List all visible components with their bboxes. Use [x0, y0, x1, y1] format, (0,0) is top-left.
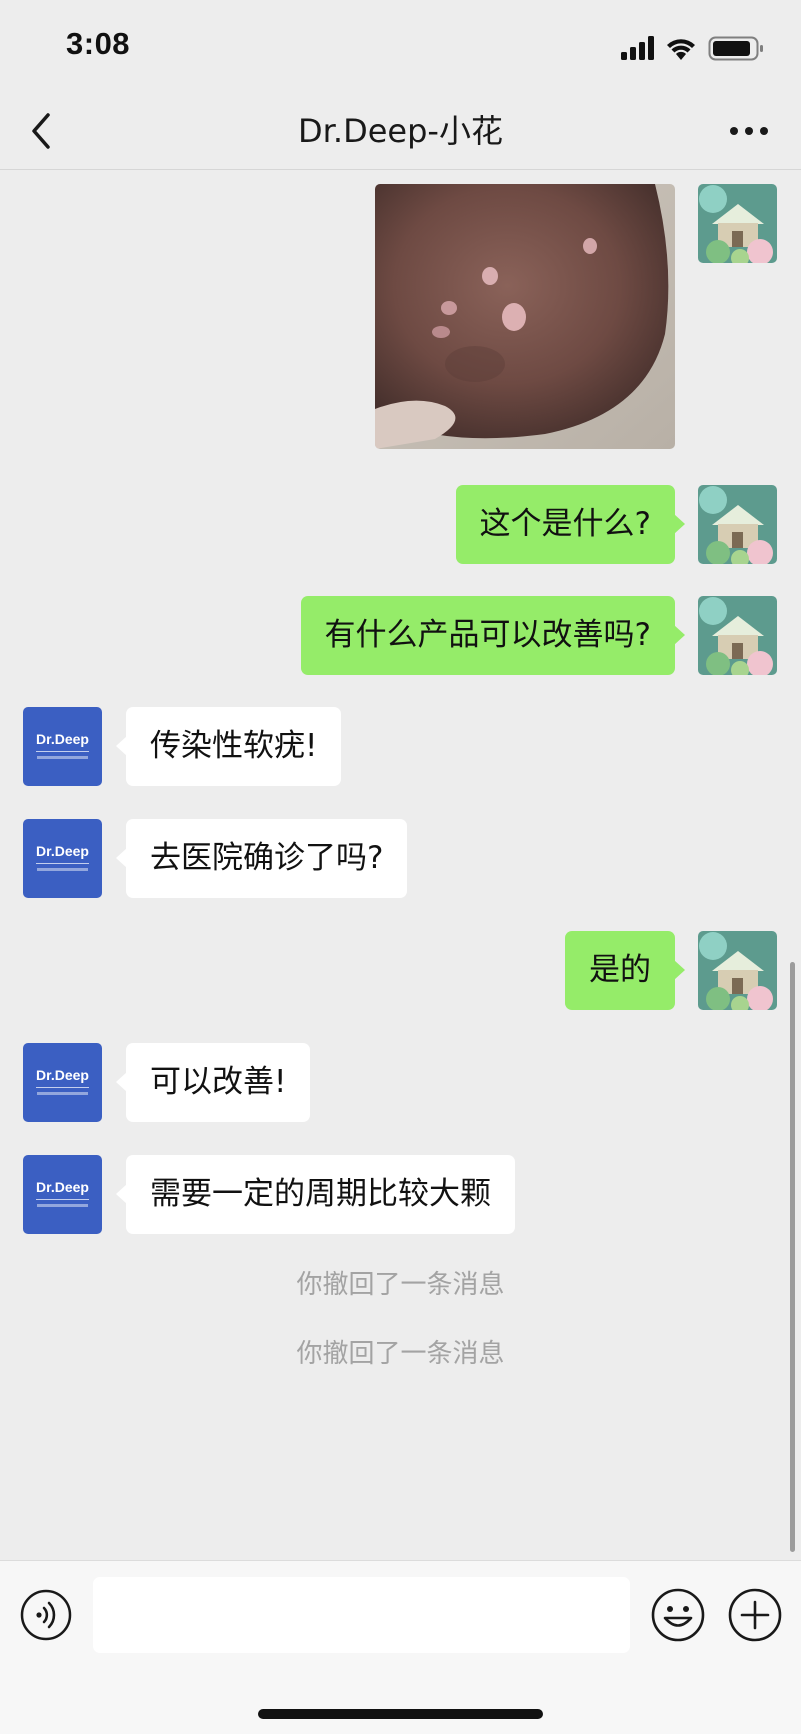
skin-photo [375, 184, 675, 449]
status-time: 3:08 [66, 26, 131, 61]
bot-message-bubble[interactable]: 可以改善! [115, 1043, 311, 1122]
bot-avatar-divider [36, 1087, 89, 1088]
home-indicator[interactable] [258, 1709, 543, 1719]
bot-avatar-label: Dr.Deep [36, 843, 89, 859]
signal-icon [621, 36, 654, 60]
bot-avatar[interactable]: Dr.Deep [23, 1155, 102, 1234]
my-avatar[interactable] [698, 931, 777, 1010]
avatar-image [698, 931, 777, 1010]
nav-bar: Dr.Deep-小花 [0, 95, 801, 170]
bot-avatar[interactable]: Dr.Deep [23, 819, 102, 898]
bot-message-bubble[interactable]: 需要一定的周期比较大颗 [116, 1155, 515, 1234]
input-bar [0, 1560, 801, 1734]
bot-message-bubble[interactable]: 去医院确诊了吗? [115, 819, 408, 898]
scrollbar[interactable] [790, 962, 795, 1552]
voice-button[interactable] [20, 1589, 72, 1641]
plus-icon [728, 1588, 782, 1642]
bot-avatar[interactable]: Dr.Deep [23, 1043, 102, 1122]
bot-avatar[interactable]: Dr.Deep [23, 707, 102, 786]
bot-message-bubble[interactable]: 传染性软疣! [115, 707, 342, 786]
bot-avatar-tagline [37, 1092, 88, 1095]
avatar-image [698, 596, 777, 675]
message-input[interactable] [93, 1577, 630, 1653]
my-avatar[interactable] [698, 184, 777, 263]
my-message-bubble[interactable]: 有什么产品可以改善吗? [300, 596, 686, 675]
chat-title: Dr.Deep-小花 [298, 112, 503, 150]
bot-avatar-divider [36, 1199, 89, 1200]
my-message-bubble[interactable]: 这个是什么? [455, 485, 686, 564]
chat-screen: 3:08 Dr.Deep-小花 这个是什么? 有什么产品可以改善吗? Dr.De… [0, 0, 801, 1734]
voice-icon [20, 1589, 72, 1641]
bot-avatar-divider [36, 863, 89, 864]
bot-avatar-tagline [37, 868, 88, 871]
bot-avatar-tagline [37, 1204, 88, 1207]
recall-notice: 你撤回了一条消息 [296, 1339, 505, 1369]
status-icons-graphic [621, 36, 763, 61]
status-bar: 3:08 [0, 0, 801, 95]
more-button[interactable] [727, 113, 771, 149]
bot-avatar-divider [36, 751, 89, 752]
battery-icon [708, 36, 763, 61]
my-message-bubble[interactable]: 是的 [565, 931, 685, 1010]
more-icon [730, 127, 768, 135]
emoji-button[interactable] [650, 1587, 706, 1643]
my-avatar[interactable] [698, 485, 777, 564]
bot-avatar-label: Dr.Deep [36, 731, 89, 747]
status-icons [621, 34, 771, 64]
wifi-icon [667, 39, 695, 60]
bot-avatar-label: Dr.Deep [36, 1179, 89, 1195]
emoji-icon [651, 1588, 705, 1642]
bot-avatar-label: Dr.Deep [36, 1067, 89, 1083]
avatar-image [698, 485, 777, 564]
recall-notice: 你撤回了一条消息 [296, 1270, 505, 1300]
bot-avatar-tagline [37, 756, 88, 759]
message-list[interactable]: 这个是什么? 有什么产品可以改善吗? Dr.Deep 传染性软疣! Dr.Dee… [0, 171, 801, 1560]
my-avatar[interactable] [698, 596, 777, 675]
image-message[interactable] [375, 184, 675, 449]
avatar-image [698, 184, 777, 263]
plus-button[interactable] [727, 1587, 783, 1643]
